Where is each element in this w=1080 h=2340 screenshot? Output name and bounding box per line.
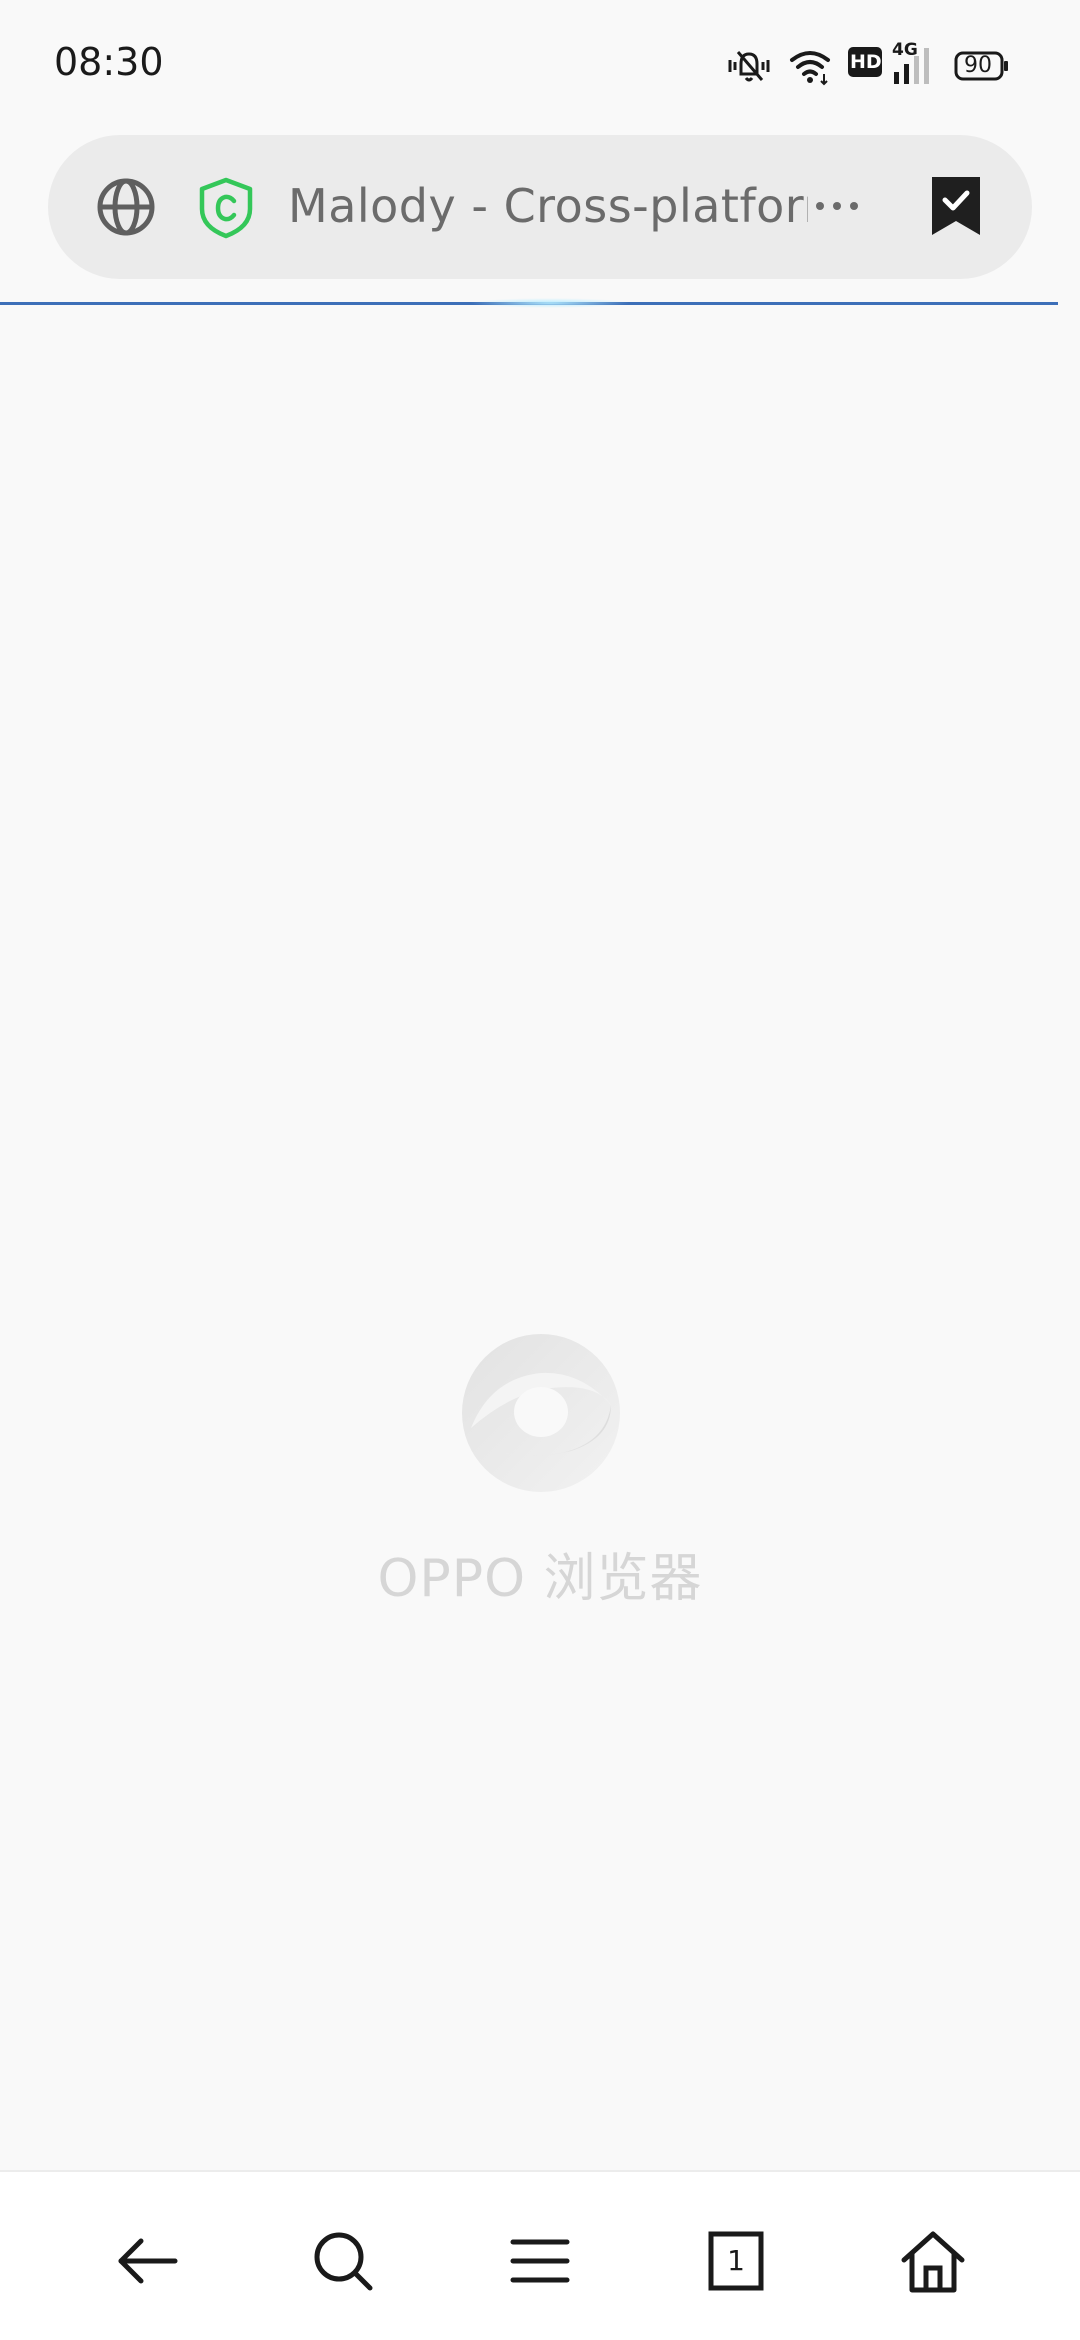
- battery-level: 90: [964, 53, 992, 78]
- status-time: 08:30: [54, 40, 164, 84]
- menu-icon: [510, 2239, 570, 2283]
- home-icon: [901, 2231, 965, 2293]
- back-button[interactable]: [113, 2226, 183, 2296]
- loading-progress-glow: [470, 298, 630, 308]
- oppo-browser-logo-icon: [462, 1334, 620, 1492]
- status-icons: HD 4G 90: [726, 40, 1026, 88]
- globe-icon[interactable]: [94, 175, 158, 239]
- status-bar: 08:30 HD 4G 90: [0, 0, 1080, 130]
- page-title[interactable]: Malody - Cross-platform: [288, 179, 808, 233]
- brand-name: OPPO 浏览器: [377, 1549, 703, 1609]
- home-button[interactable]: [898, 2226, 968, 2296]
- signal-icon: [894, 48, 929, 84]
- bottom-navigation: 1: [0, 2170, 1080, 2340]
- wifi-icon: [790, 51, 830, 86]
- silent-icon: [728, 51, 770, 82]
- browser-screen: 08:30 HD 4G 90 Malody - Cross-platform O…: [0, 0, 1080, 2340]
- search-button[interactable]: [308, 2226, 378, 2296]
- search-icon: [314, 2232, 373, 2291]
- tabs-button[interactable]: 1: [701, 2226, 771, 2296]
- shield-icon[interactable]: [198, 177, 254, 239]
- menu-button[interactable]: [505, 2226, 575, 2296]
- back-icon: [118, 2238, 178, 2284]
- hd-label: HD: [850, 51, 882, 73]
- bookmark-icon[interactable]: [930, 175, 982, 239]
- more-icon[interactable]: [814, 199, 860, 213]
- address-bar[interactable]: Malody - Cross-platform: [48, 135, 1032, 279]
- tab-count: 1: [727, 2244, 745, 2277]
